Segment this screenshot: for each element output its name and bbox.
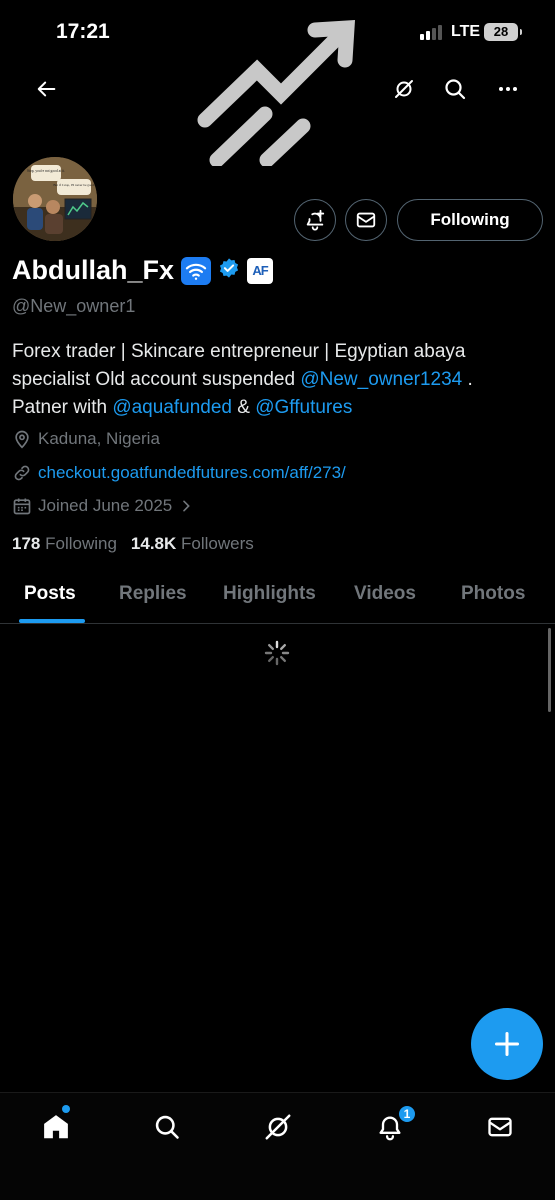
grok-icon — [395, 80, 413, 98]
avatar[interactable]: Stop, you're not good at it. But if I st… — [10, 154, 100, 244]
link-icon — [14, 465, 30, 481]
grok-button[interactable] — [386, 71, 422, 107]
display-name: Abdullah_Fx — [12, 255, 175, 285]
tab-videos[interactable]: Videos — [354, 583, 416, 605]
mention-link[interactable]: @New_owner1234 — [300, 369, 462, 390]
followers-count-link[interactable]: 14.8K Followers — [131, 534, 254, 554]
tab-replies[interactable]: Replies — [119, 583, 187, 605]
more-icon — [499, 87, 517, 91]
nav-grok[interactable] — [256, 1107, 300, 1147]
envelope-icon — [356, 212, 376, 228]
nav-messages[interactable] — [478, 1107, 522, 1147]
home-icon — [44, 1115, 68, 1139]
following-count: 178 — [12, 534, 41, 553]
notification-count-badge: 1 — [397, 1104, 417, 1124]
bio-text: & — [232, 397, 256, 418]
scrollbar[interactable] — [548, 628, 551, 712]
grok-icon — [265, 1114, 291, 1140]
tab-photos[interactable]: Photos — [461, 583, 525, 605]
tab-highlights[interactable]: Highlights — [223, 583, 316, 605]
bio: Forex trader | Skincare entrepreneur | E… — [12, 338, 542, 422]
chevron-right-icon — [183, 500, 191, 512]
profile-tabs: Posts Replies Highlights Videos Photos — [0, 573, 555, 624]
mention-link[interactable]: @Gffutures — [255, 397, 352, 418]
follow-counts: 178 Following 14.8K Followers — [12, 534, 254, 554]
location-pin-icon — [15, 430, 29, 449]
following-button[interactable]: Following — [397, 199, 543, 241]
bio-text: Patner with — [12, 397, 113, 418]
network-type: LTE — [451, 23, 481, 40]
bio-line-1: Forex trader | Skincare entrepreneur | E… — [12, 341, 466, 362]
plus-icon — [494, 1031, 520, 1057]
signal-icon — [420, 24, 442, 40]
following-count-link[interactable]: 178 Following — [12, 534, 117, 554]
joined-text: Joined June 2025 — [38, 496, 173, 515]
home-unread-dot — [62, 1105, 70, 1113]
affiliate-badge[interactable]: AF — [247, 257, 274, 284]
website-row: checkout.goatfundedfutures.com/aff/273/ — [12, 463, 346, 483]
tab-posts[interactable]: Posts — [24, 583, 76, 605]
mention-link[interactable]: @aquafunded — [112, 397, 232, 418]
handle: @New_owner1 — [12, 296, 136, 316]
following-label: Following — [45, 534, 117, 553]
battery-icon: 28 — [484, 23, 522, 41]
more-button[interactable] — [490, 71, 526, 107]
message-button[interactable] — [345, 199, 387, 241]
followers-label: Followers — [181, 534, 254, 553]
nav-search[interactable] — [145, 1107, 189, 1147]
back-arrow-icon — [37, 81, 56, 97]
trend-arrow-icon — [197, 19, 356, 166]
active-tab-indicator — [19, 619, 85, 623]
joined-row[interactable]: Joined June 2025 — [12, 496, 194, 516]
name-row: Abdullah_Fx AF — [12, 255, 274, 286]
avatar-image: Stop, you're not good at it. But if I st… — [13, 157, 97, 241]
compose-button[interactable] — [471, 1008, 543, 1080]
search-button[interactable] — [437, 71, 473, 107]
wifi-icon — [181, 256, 212, 285]
search-icon — [445, 79, 466, 100]
search-icon — [155, 1115, 179, 1139]
followers-count: 14.8K — [130, 534, 177, 553]
location-text: Kaduna, Nigeria — [38, 429, 160, 448]
loading-spinner-icon — [264, 640, 290, 666]
messages-icon — [488, 1117, 512, 1137]
bell-plus-icon — [306, 209, 325, 231]
location-row: Kaduna, Nigeria — [12, 429, 160, 449]
website-link[interactable]: checkout.goatfundedfutures.com/aff/273/ — [38, 463, 346, 483]
nav-home[interactable] — [34, 1107, 78, 1147]
bottom-nav: 1 — [0, 1092, 555, 1200]
calendar-icon — [13, 498, 31, 515]
status-time: 17:21 — [56, 20, 110, 43]
bio-text: . — [462, 369, 473, 390]
verified-badge-icon[interactable] — [218, 257, 240, 284]
notify-button[interactable] — [294, 199, 336, 241]
back-button[interactable] — [29, 71, 65, 107]
bio-text: specialist Old account suspended — [12, 369, 301, 390]
